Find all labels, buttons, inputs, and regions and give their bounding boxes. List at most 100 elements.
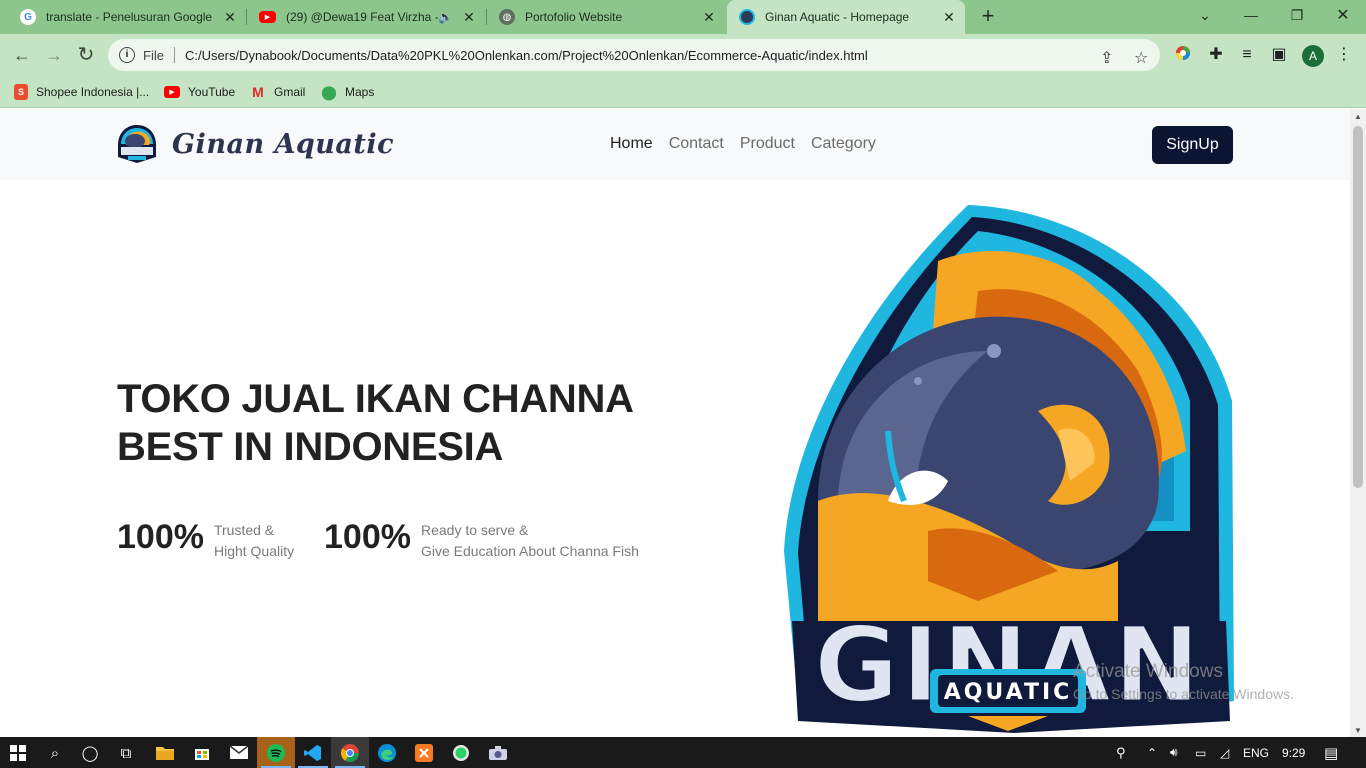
- camera-icon[interactable]: [479, 737, 517, 768]
- browser-toolbar: ← → ↻ i File C:/Users/Dynabook/Documents…: [0, 34, 1366, 76]
- show-hidden-icons-chevron-icon[interactable]: ⌃: [1147, 737, 1157, 768]
- nav-product[interactable]: Product: [740, 135, 795, 153]
- gmail-icon: M: [252, 84, 264, 100]
- windows-taskbar: ⌕ ◯ ⧉ ⚲ ⌃ 🔊︎ ▭ ◿ ENG 9:29 ▤: [0, 737, 1366, 768]
- tab-youtube-dewa19[interactable]: ▶ (29) @Dewa19 Feat Virzha - 🔈 ✕: [247, 0, 485, 34]
- tab-title: Ginan Aquatic - Homepage: [765, 10, 910, 24]
- side-panel-icon[interactable]: ▣: [1269, 45, 1289, 65]
- task-view-icon[interactable]: ⧉: [114, 741, 138, 765]
- activate-windows-watermark: Activate Windows Go to Settings to activ…: [1073, 661, 1294, 702]
- nav-category[interactable]: Category: [811, 135, 876, 153]
- tab-title: translate - Penelusuran Google: [46, 10, 213, 24]
- forward-button[interactable]: →: [42, 43, 66, 67]
- scrollbar-thumb[interactable]: [1353, 126, 1363, 488]
- bookmark-youtube[interactable]: ▶ YouTube: [164, 83, 235, 101]
- signup-button[interactable]: SignUp: [1152, 126, 1233, 164]
- google-icon: G: [20, 9, 36, 25]
- wifi-icon[interactable]: ◿: [1220, 737, 1229, 768]
- speaker-icon[interactable]: 🔈: [438, 10, 453, 24]
- tab-ginan-aquatic[interactable]: Ginan Aquatic - Homepage ✕: [727, 0, 965, 34]
- maps-icon: ⬤: [321, 83, 337, 100]
- share-icon[interactable]: ⇪: [1100, 48, 1113, 68]
- shopee-icon: S: [14, 84, 28, 100]
- restore-button[interactable]: ❐: [1274, 0, 1320, 30]
- tab-portofolio[interactable]: ◍ Portofolio Website ✕: [487, 0, 725, 34]
- close-tab-icon[interactable]: ✕: [939, 9, 959, 26]
- profile-avatar[interactable]: A: [1302, 45, 1324, 67]
- nav-contact[interactable]: Contact: [669, 135, 724, 153]
- bookmark-label: Shopee Indonesia |...: [36, 85, 150, 99]
- reload-button[interactable]: ↻: [74, 43, 98, 67]
- xampp-icon[interactable]: [405, 737, 443, 768]
- address-url[interactable]: C:/Users/Dynabook/Documents/Data%20PKL%2…: [185, 48, 868, 63]
- ginan-logo-small-icon: [118, 125, 156, 163]
- site-nav-links: Home Contact Product Category: [610, 135, 892, 153]
- bookmark-maps[interactable]: ⬤ Maps: [321, 83, 374, 101]
- globe-icon: ◍: [499, 9, 515, 25]
- address-bar[interactable]: i File C:/Users/Dynabook/Documents/Data%…: [108, 39, 1160, 71]
- media-controls-icon[interactable]: ≡: [1237, 45, 1257, 65]
- ginan-icon: [739, 9, 755, 25]
- minimize-button[interactable]: —: [1228, 0, 1274, 30]
- youtube-icon: ▶: [259, 11, 276, 23]
- new-tab-button[interactable]: +: [976, 5, 1000, 29]
- bookmark-label: YouTube: [188, 85, 236, 99]
- close-window-button[interactable]: ✕: [1320, 0, 1366, 30]
- tab-google-translate[interactable]: G translate - Penelusuran Google ✕: [8, 0, 246, 34]
- ginan-aquatic-logo: GINAN AQUATIC: [784, 205, 1234, 733]
- stat-ready: 100% Ready to serve & Give Education Abo…: [324, 515, 639, 562]
- youtube-icon: ▶: [164, 86, 180, 98]
- menu-kebab-icon[interactable]: ⋮: [1334, 45, 1354, 65]
- nav-home[interactable]: Home: [610, 135, 653, 153]
- tab-title: Portofolio Website: [525, 10, 623, 24]
- bookmark-gmail[interactable]: M Gmail: [250, 83, 305, 101]
- mail-icon[interactable]: [220, 737, 258, 768]
- whatsapp-icon[interactable]: [442, 737, 480, 768]
- tab-title: (29) @Dewa19 Feat Virzha -: [286, 10, 439, 24]
- tab-search-chevron-icon[interactable]: ⌄: [1182, 0, 1228, 30]
- scroll-down-arrow-icon[interactable]: ▼: [1354, 726, 1362, 735]
- scroll-up-arrow-icon[interactable]: ▲: [1354, 112, 1362, 121]
- search-icon[interactable]: ⌕: [43, 741, 67, 765]
- edge-icon[interactable]: [368, 737, 406, 768]
- page-scrollbar[interactable]: ▲ ▼: [1350, 109, 1366, 737]
- address-divider: [173, 47, 175, 63]
- stat-line-1: Trusted &: [213, 522, 275, 538]
- vscode-icon[interactable]: [294, 737, 332, 768]
- brand[interactable]: Ginan Aquatic: [116, 123, 394, 165]
- notifications-icon[interactable]: ▤: [1324, 737, 1338, 768]
- site-navbar: Ginan Aquatic Home Contact Product Categ…: [0, 109, 1350, 180]
- watermark-title: Activate Windows: [1073, 661, 1223, 682]
- brand-name: Ginan Aquatic: [172, 128, 395, 160]
- site-info-icon[interactable]: i: [119, 47, 135, 63]
- address-scheme: File: [143, 47, 164, 63]
- microsoft-store-icon[interactable]: [183, 737, 221, 768]
- people-icon[interactable]: ⚲: [1116, 737, 1126, 768]
- close-tab-icon[interactable]: ✕: [459, 9, 479, 26]
- bookmark-star-icon[interactable]: ☆: [1134, 48, 1148, 68]
- bookmark-shopee[interactable]: S Shopee Indonesia |...: [14, 83, 149, 101]
- bookmarks-bar: S Shopee Indonesia |... ▶ YouTube M Gmai…: [0, 76, 1366, 108]
- chrome-icon[interactable]: [331, 737, 369, 768]
- back-button[interactable]: ←: [10, 43, 34, 67]
- stat-line-2: Give Education About Channa Fish: [420, 543, 639, 559]
- hero-title-line-2: BEST IN INDONESIA: [117, 425, 504, 469]
- language-indicator[interactable]: ENG: [1243, 737, 1269, 768]
- volume-icon[interactable]: 🔊︎: [1170, 737, 1178, 768]
- watermark-subtitle: Go to Settings to activate Windows.: [1073, 686, 1294, 702]
- bookmark-label: Maps: [345, 85, 375, 99]
- file-explorer-icon[interactable]: [146, 737, 184, 768]
- close-tab-icon[interactable]: ✕: [699, 9, 719, 26]
- extensions-puzzle-icon[interactable]: ✚: [1206, 45, 1226, 65]
- stat-line-1: Ready to serve &: [420, 522, 529, 538]
- windows-start-icon[interactable]: [6, 741, 30, 765]
- hero-title: TOKO JUAL IKAN CHANNA BEST IN INDONESIA: [117, 375, 737, 471]
- battery-icon[interactable]: ▭: [1195, 737, 1206, 768]
- spotify-icon[interactable]: [257, 737, 295, 768]
- color-extension-icon[interactable]: [1173, 45, 1193, 65]
- browser-tab-strip: G translate - Penelusuran Google ✕ ▶ (29…: [0, 0, 1366, 34]
- cortana-icon[interactable]: ◯: [78, 741, 102, 765]
- stat-description: Trusted & Hight Quality: [214, 520, 294, 562]
- clock[interactable]: 9:29: [1282, 737, 1305, 768]
- close-tab-icon[interactable]: ✕: [220, 9, 240, 26]
